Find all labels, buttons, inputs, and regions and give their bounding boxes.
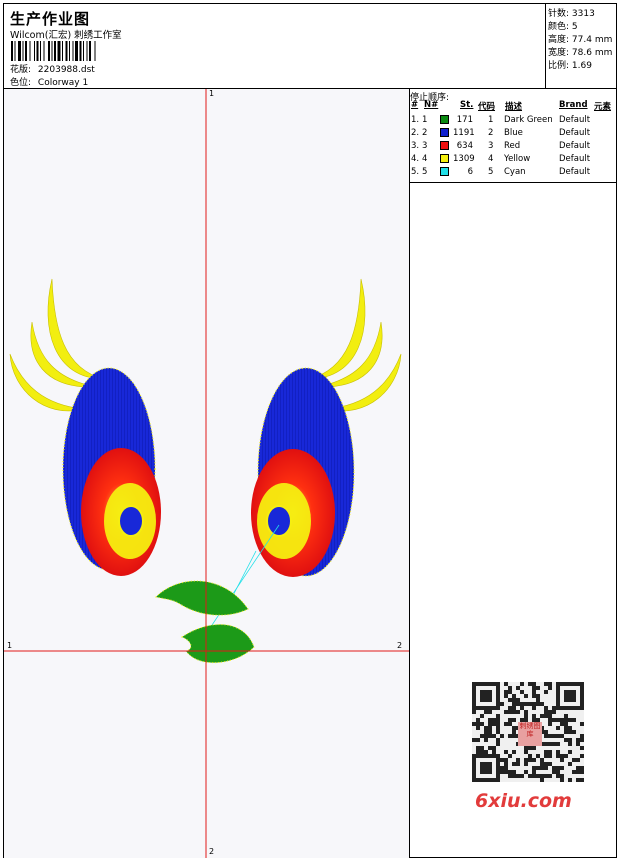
row-stitches: 634 <box>456 141 473 151</box>
color-swatch <box>440 167 449 176</box>
col-brand: Brand <box>559 100 588 110</box>
color-swatch <box>440 115 449 124</box>
left-eye <box>9 278 161 576</box>
stat-label: 比例: <box>548 61 570 71</box>
col-description: 描述 <box>505 102 523 112</box>
row-brand: Default <box>559 128 591 138</box>
design-canvas[interactable]: 1 2 1 2 <box>4 89 409 858</box>
row-needle: 5 <box>422 167 428 177</box>
design-row: 花版: 2203988.dst <box>10 62 95 75</box>
row-brand: Default <box>559 141 591 151</box>
stat-width: 宽度: 78.6 mm <box>548 45 612 58</box>
row-description: Dark Green <box>504 115 553 125</box>
row-brand: Default <box>559 167 591 177</box>
stats-divider <box>545 3 546 89</box>
col-stitches: St. <box>460 100 474 110</box>
stat-colors: 颜色: 5 <box>548 19 578 32</box>
stat-value: 1.69 <box>571 61 592 71</box>
row-description: Blue <box>504 128 523 138</box>
row-code: 3 <box>488 141 494 151</box>
stat-label: 针数: <box>548 9 570 19</box>
stat-value: 77.4 mm <box>571 35 613 45</box>
color-swatch <box>440 128 449 137</box>
studio-name: Wilcom(汇宏) 刺绣工作室 <box>10 30 122 41</box>
row-stitches: 171 <box>456 115 473 125</box>
row-brand: Default <box>559 154 591 164</box>
table-row[interactable]: 3. 3 634 3 Red Default <box>410 139 617 152</box>
row-description: Cyan <box>504 167 526 177</box>
table-row[interactable]: 2. 2 1191 2 Blue Default <box>410 126 617 139</box>
stat-stitches: 针数: 3313 <box>548 6 595 19</box>
row-stitches: 1309 <box>453 154 475 164</box>
row-needle: 1 <box>422 115 428 125</box>
row-needle: 2 <box>422 128 428 138</box>
axis-label-right: 2 <box>397 641 403 650</box>
design-value: 2203988.dst <box>37 65 95 75</box>
axis-label-left: 1 <box>7 641 13 650</box>
axis-label-bottom: 2 <box>209 847 215 856</box>
stat-scale: 比例: 1.69 <box>548 58 592 71</box>
row-index: 2. <box>411 128 420 138</box>
row-description: Red <box>504 141 521 151</box>
stat-value: 3313 <box>571 9 595 19</box>
row-needle: 3 <box>422 141 428 151</box>
stat-height: 高度: 77.4 mm <box>548 32 612 45</box>
row-index: 3. <box>411 141 420 151</box>
col-needle: N# <box>424 100 439 110</box>
row-code: 2 <box>488 128 494 138</box>
row-description: Yellow <box>504 154 531 164</box>
table-row[interactable]: 4. 4 1309 4 Yellow Default <box>410 152 617 165</box>
design-label: 花版: <box>10 65 32 75</box>
stat-value: 78.6 mm <box>571 48 613 58</box>
panel-divider <box>409 88 410 858</box>
color-swatch <box>440 154 449 163</box>
barcode-icon <box>11 41 96 61</box>
table-bottom-divider <box>409 182 617 183</box>
row-stitches: 6 <box>467 167 473 177</box>
row-code: 4 <box>488 154 494 164</box>
colorway-row: 色位: Colorway 1 <box>10 75 88 88</box>
stat-label: 颜色: <box>548 22 570 32</box>
col-code: 代码 <box>478 102 496 112</box>
col-index: # <box>411 100 419 110</box>
sheet-title: 生产作业图 <box>10 10 91 28</box>
row-brand: Default <box>559 115 591 125</box>
color-swatch <box>440 141 449 150</box>
watermark-site: 6xiu.com <box>475 790 572 812</box>
row-needle: 4 <box>422 154 428 164</box>
stat-label: 宽度: <box>548 48 570 58</box>
colorway-label: 色位: <box>10 78 32 88</box>
stat-value: 5 <box>571 22 578 32</box>
row-index: 4. <box>411 154 420 164</box>
row-stitches: 1191 <box>453 128 475 138</box>
colorway-value: Colorway 1 <box>37 78 89 88</box>
right-eye <box>251 278 402 577</box>
table-header: # N# St. 代码 描述 Brand 元素 <box>410 100 617 113</box>
table-row[interactable]: 1. 1 171 1 Dark Green Default <box>410 113 617 126</box>
embroidery-preview <box>4 89 409 858</box>
table-row[interactable]: 5. 5 6 5 Cyan Default <box>410 165 617 178</box>
row-code: 5 <box>488 167 494 177</box>
col-element: 元素 <box>594 102 612 112</box>
stat-label: 高度: <box>548 35 570 45</box>
row-index: 5. <box>411 167 420 177</box>
stop-sequence-table: # N# St. 代码 描述 Brand 元素 1. 1 171 1 Dark … <box>410 100 617 178</box>
qr-center-label: 刺绣图库 <box>519 722 541 738</box>
row-index: 1. <box>411 115 420 125</box>
row-code: 1 <box>488 115 494 125</box>
axis-label-top: 1 <box>209 89 215 98</box>
